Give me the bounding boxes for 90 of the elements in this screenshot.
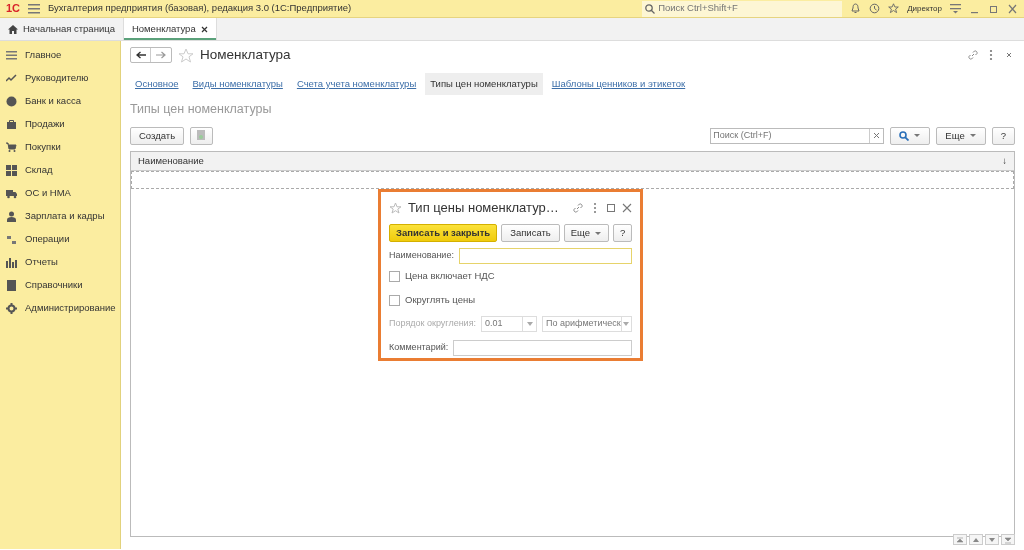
- create-button[interactable]: Создать: [130, 126, 185, 145]
- column-header[interactable]: Наименование: [138, 153, 204, 168]
- scroll-up-button[interactable]: [969, 534, 983, 545]
- sidebar-item[interactable]: Справочники: [0, 274, 120, 297]
- link-icon[interactable]: [967, 49, 979, 61]
- coin-icon: [6, 96, 17, 107]
- search-field[interactable]: Поиск Ctrl+Shift+F: [642, 0, 843, 17]
- caret-icon: [913, 133, 922, 139]
- save-close-button[interactable]: Записать и закрыть: [389, 224, 498, 242]
- list-icon: [6, 50, 17, 61]
- down-icon: [988, 535, 996, 544]
- caret-icon: [623, 321, 630, 326]
- nav-link[interactable]: Типы цен номенклатуры: [425, 72, 543, 96]
- save-button[interactable]: Записать: [501, 224, 560, 242]
- nav-link[interactable]: Счета учета номенклатуры: [291, 72, 422, 96]
- sidebar-item[interactable]: ОС и НМА: [0, 182, 120, 205]
- tab[interactable]: Номенклатура: [123, 18, 217, 40]
- sort-indicator[interactable]: ↓: [1002, 153, 1007, 168]
- nav-link[interactable]: Шаблоны ценников и этикеток: [546, 72, 691, 96]
- home-icon: [8, 24, 18, 34]
- scroll-down-button[interactable]: [985, 534, 999, 545]
- checkbox-label: Округлять цены: [405, 293, 476, 308]
- search-icon: [899, 130, 910, 141]
- tab[interactable]: Начальная страница: [0, 18, 124, 40]
- more-button[interactable]: Еще: [563, 224, 610, 242]
- nav-link[interactable]: Виды номенклатуры: [187, 72, 288, 96]
- caret-icon: [968, 133, 977, 139]
- user-name[interactable]: Директор: [907, 2, 942, 15]
- checkbox[interactable]: [389, 294, 400, 306]
- sidebar-item[interactable]: Склад: [0, 159, 120, 182]
- scroll-bottom-button[interactable]: [1001, 534, 1015, 545]
- scroll-top-button[interactable]: [953, 534, 967, 545]
- book-icon: [6, 280, 17, 291]
- sidebar-item[interactable]: Главное: [0, 44, 120, 67]
- person-icon: [6, 211, 17, 222]
- sidebar-item[interactable]: Руководителю: [0, 67, 120, 90]
- checkbox[interactable]: [389, 270, 400, 282]
- field-label: Наименование:: [389, 249, 454, 263]
- field-label: Комментарий:: [389, 340, 449, 354]
- app-title: Бухгалтерия предприятия (базовая), редакция 3.0 (1С:Предприятие): [48, 1, 352, 16]
- star-icon[interactable]: [389, 202, 402, 214]
- nav-link[interactable]: Основное: [130, 72, 184, 96]
- history-icon[interactable]: [869, 3, 881, 14]
- search-input[interactable]: Поиск Ctrl+Shift+F: [658, 1, 839, 16]
- checkbox-label: Цена включает НДС: [405, 269, 495, 283]
- bottom-icon: [1004, 535, 1012, 544]
- arrow-left-icon: [135, 51, 146, 59]
- field-label: Порядок округления:: [389, 316, 476, 330]
- close-icon: [873, 132, 881, 140]
- sidebar-item[interactable]: Отчеты: [0, 251, 120, 274]
- sidebar-item[interactable]: Продажи: [0, 113, 120, 136]
- bell-icon[interactable]: [850, 3, 862, 14]
- menu-icon[interactable]: [28, 3, 41, 14]
- form-title: Номенклатура: [200, 45, 291, 64]
- help-button[interactable]: ?: [991, 126, 1015, 145]
- star-icon[interactable]: [888, 3, 900, 14]
- sidebar-item[interactable]: Администрирование: [0, 297, 120, 320]
- dialog-title: Тип цены номенклатур…: [408, 199, 559, 218]
- sidebar-item[interactable]: Банк и касса: [0, 90, 120, 113]
- name-field[interactable]: [458, 248, 632, 264]
- grid-icon: [6, 165, 17, 176]
- bar-chart-icon: [6, 257, 17, 268]
- sidebar-item[interactable]: Операции: [0, 228, 120, 251]
- logo[interactable]: 1С: [6, 0, 21, 17]
- search-button[interactable]: [890, 126, 931, 145]
- truck-icon: [6, 188, 17, 199]
- trend-icon: [6, 73, 17, 84]
- maximize-icon[interactable]: [606, 203, 616, 213]
- restore-icon[interactable]: [988, 3, 999, 14]
- sidebar-item[interactable]: Покупки: [0, 136, 120, 159]
- link-icon[interactable]: [572, 202, 584, 214]
- search-icon: [645, 3, 656, 14]
- menu-icon[interactable]: [950, 3, 961, 14]
- caret-icon: [526, 321, 533, 326]
- more-button[interactable]: Еще: [936, 126, 986, 145]
- copy-button[interactable]: [190, 126, 214, 145]
- close-icon[interactable]: [200, 25, 208, 33]
- caret-icon: [594, 230, 603, 236]
- help-button[interactable]: ?: [613, 224, 633, 242]
- search-field[interactable]: Поиск (Ctrl+F): [710, 127, 885, 144]
- arrow-right-icon: [156, 51, 166, 59]
- comment-field[interactable]: [453, 339, 632, 356]
- section-title: Типы цен номенклатуры: [130, 101, 273, 118]
- gear-icon: [6, 303, 17, 314]
- bag-icon: [6, 119, 17, 130]
- table-row[interactable]: [131, 170, 1014, 189]
- document-icon: [197, 130, 207, 142]
- top-icon: [956, 535, 964, 544]
- cart-icon: [6, 142, 17, 153]
- sidebar-item[interactable]: Зарплата и кадры: [0, 205, 120, 228]
